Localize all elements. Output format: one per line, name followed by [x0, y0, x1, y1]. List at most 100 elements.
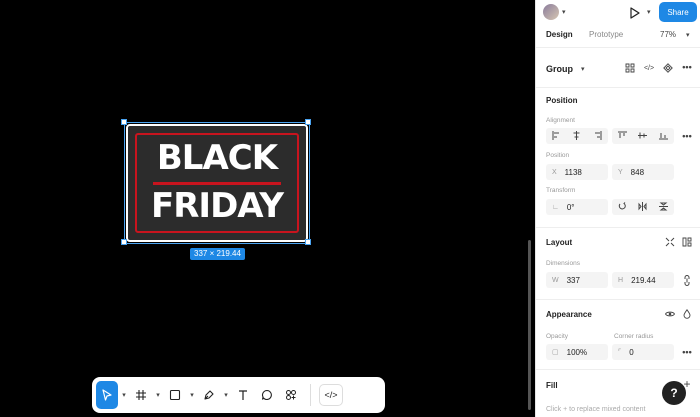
- frame-tool-button[interactable]: [130, 381, 152, 409]
- comment-icon: [261, 389, 272, 401]
- text-icon: [239, 390, 247, 400]
- app-window: BLACK FRIDAY 337 × 219.44 ▾ ▾ ▾ ▾ </> ▾ …: [0, 0, 700, 417]
- corner-radius-field[interactable]: ⌜ 0: [612, 344, 674, 360]
- rectangle-icon: [169, 389, 181, 401]
- chevron-down-icon[interactable]: ▾: [686, 31, 690, 39]
- panel-header: ▾ ▾ Share: [536, 0, 700, 26]
- design-canvas[interactable]: BLACK FRIDAY 337 × 219.44 ▾ ▾ ▾ ▾ </>: [0, 0, 535, 417]
- pen-tool-menu[interactable]: ▾: [222, 381, 230, 409]
- code-icon[interactable]: </>: [643, 62, 655, 74]
- appearance-section: Appearance Opacity Corner radius ▢ 100% …: [536, 300, 700, 370]
- tab-design[interactable]: Design: [546, 30, 573, 39]
- panel-tabs: Design Prototype 77% ▾: [536, 26, 700, 48]
- chevron-down-icon: ▾: [190, 392, 194, 399]
- eye-icon[interactable]: [664, 308, 676, 320]
- frame-icon: [136, 390, 146, 400]
- position-section: Position Alignment ••• Position X 1138 Y…: [536, 88, 700, 228]
- blend-mode-icon[interactable]: [681, 308, 693, 320]
- resize-handle-bottom-left[interactable]: [121, 239, 127, 245]
- chevron-down-icon: ▾: [122, 392, 126, 399]
- align-top-icon[interactable]: [617, 131, 627, 142]
- transform-actions-group: [612, 199, 674, 215]
- black-friday-group[interactable]: BLACK FRIDAY: [126, 124, 308, 242]
- opacity-field[interactable]: ▢ 100%: [546, 344, 608, 360]
- position-label: Position: [546, 152, 570, 159]
- align-left-icon[interactable]: [552, 130, 561, 142]
- horizontal-align-group: [546, 128, 608, 144]
- artwork-text-friday: FRIDAY: [151, 186, 284, 226]
- move-tool-button[interactable]: [96, 381, 118, 409]
- layer-type-title[interactable]: Group: [546, 64, 573, 74]
- more-options-icon[interactable]: •••: [681, 346, 693, 358]
- canvas-scrollbar[interactable]: [528, 240, 531, 410]
- align-center-v-icon[interactable]: [638, 131, 648, 142]
- resize-handle-top-right[interactable]: [305, 119, 311, 125]
- rotate-icon[interactable]: [618, 201, 627, 213]
- comment-tool-button[interactable]: [256, 381, 278, 409]
- height-field[interactable]: H 219.44: [612, 272, 674, 288]
- flip-vertical-icon[interactable]: [659, 202, 669, 213]
- chevron-down-icon[interactable]: ▾: [562, 8, 566, 16]
- pen-icon: [204, 390, 214, 400]
- toolbar-divider: [310, 384, 311, 406]
- dimensions-label: Dimensions: [546, 260, 580, 267]
- vertical-align-group: [612, 128, 674, 144]
- resize-handle-top-left[interactable]: [121, 119, 127, 125]
- move-tool-menu[interactable]: ▾: [120, 381, 128, 409]
- align-bottom-icon[interactable]: [659, 131, 669, 142]
- alignment-label: Alignment: [546, 117, 575, 124]
- group-section: Group ▾ </> •••: [536, 48, 700, 88]
- rotation-field[interactable]: ∟ 0°: [546, 199, 608, 215]
- fill-section-title: Fill: [546, 381, 558, 390]
- height-value: 219.44: [631, 275, 656, 285]
- components-icon: [286, 390, 296, 400]
- actions-tool-button[interactable]: [280, 381, 302, 409]
- grid-icon[interactable]: [624, 62, 636, 74]
- tab-prototype[interactable]: Prototype: [589, 30, 623, 39]
- fit-content-icon[interactable]: [664, 236, 676, 248]
- corner-radius-icon: ⌜: [618, 349, 622, 356]
- width-value: 337: [566, 275, 580, 285]
- flip-horizontal-icon[interactable]: [638, 201, 647, 213]
- align-center-h-icon[interactable]: [572, 130, 581, 142]
- properties-panel: ▾ ▾ Share Design Prototype 77% ▾ Group ▾…: [535, 0, 700, 417]
- transform-label: Transform: [546, 187, 576, 194]
- shape-tool-menu[interactable]: ▾: [188, 381, 196, 409]
- chevron-down-icon: ▾: [156, 392, 160, 399]
- chevron-down-icon[interactable]: ▾: [647, 8, 651, 16]
- frame-tool-menu[interactable]: ▾: [154, 381, 162, 409]
- y-position-field[interactable]: Y 848: [612, 164, 674, 180]
- share-button[interactable]: Share: [659, 2, 697, 22]
- help-button[interactable]: ?: [662, 381, 686, 405]
- text-tool-button[interactable]: [232, 381, 254, 409]
- selection-size-badge: 337 × 219.44: [190, 248, 245, 260]
- rotation-icon: ∟: [552, 203, 559, 211]
- opacity-value: 100%: [566, 347, 588, 357]
- y-position-value: 848: [630, 167, 645, 177]
- pen-tool-button[interactable]: [198, 381, 220, 409]
- width-field[interactable]: W 337: [546, 272, 608, 288]
- constrain-proportions-icon[interactable]: [682, 274, 692, 286]
- chevron-down-icon: ▾: [224, 392, 228, 399]
- zoom-level[interactable]: 77%: [660, 30, 676, 39]
- auto-layout-icon[interactable]: [681, 236, 693, 248]
- code-icon: </>: [324, 390, 338, 400]
- fill-hint-text: Click + to replace mixed content: [546, 406, 646, 413]
- cursor-icon: [102, 389, 112, 401]
- more-options-icon[interactable]: •••: [681, 130, 693, 142]
- y-axis-label: Y: [618, 168, 623, 176]
- artwork-red-rule: [153, 182, 281, 185]
- x-position-field[interactable]: X 1138: [546, 164, 608, 180]
- tools-toolbar: ▾ ▾ ▾ ▾ </>: [92, 377, 385, 413]
- chevron-down-icon[interactable]: ▾: [581, 65, 585, 73]
- user-avatar[interactable]: [543, 4, 559, 20]
- resize-handle-bottom-right[interactable]: [305, 239, 311, 245]
- dev-mode-toggle[interactable]: </>: [319, 384, 343, 406]
- component-icon[interactable]: [662, 62, 674, 74]
- more-options-icon[interactable]: •••: [681, 61, 693, 73]
- play-icon[interactable]: [628, 6, 642, 20]
- align-right-icon[interactable]: [593, 130, 602, 142]
- width-label: W: [552, 276, 559, 284]
- rectangle-tool-button[interactable]: [164, 381, 186, 409]
- x-position-value: 1138: [564, 167, 582, 177]
